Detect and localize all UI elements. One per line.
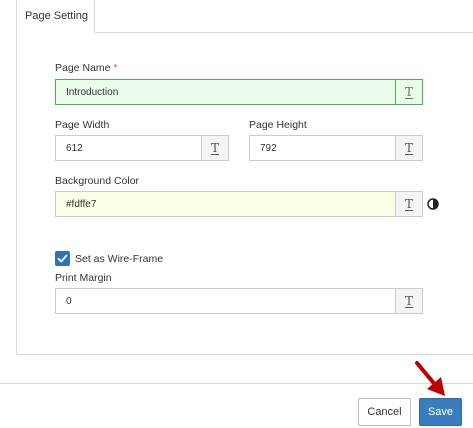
print-margin-value: 0 — [66, 296, 72, 307]
text-format-icon: T — [404, 141, 413, 155]
page-width-field[interactable]: 612 T — [55, 135, 229, 161]
text-format-icon: T — [210, 141, 219, 155]
page-height-label: Page Height — [249, 119, 307, 131]
tab-page-setting[interactable]: Page Setting — [16, 0, 95, 32]
page-height-text-button[interactable]: T — [395, 136, 422, 160]
page-name-value: Introduction — [66, 87, 119, 98]
background-color-text-button[interactable]: T — [395, 192, 422, 216]
cancel-button[interactable]: Cancel — [358, 398, 411, 426]
contrast-icon[interactable] — [427, 198, 439, 210]
print-margin-field[interactable]: 0 T — [55, 288, 423, 314]
tab-label: Page Setting — [25, 10, 88, 22]
required-marker: * — [113, 62, 118, 74]
page-height-field[interactable]: 792 T — [249, 135, 423, 161]
red-arrow-icon — [415, 361, 445, 396]
page-name-label: Page Name * — [55, 62, 117, 74]
print-margin-label: Print Margin — [55, 272, 112, 284]
page-name-field[interactable]: Introduction T — [55, 79, 423, 105]
wireframe-checkbox[interactable] — [55, 251, 70, 266]
text-format-icon: T — [404, 197, 413, 211]
page-name-text-button[interactable]: T — [395, 80, 422, 104]
page-width-label: Page Width — [55, 119, 110, 131]
background-color-value: #fdffe7 — [66, 199, 97, 210]
page-width-text-button[interactable]: T — [201, 136, 228, 160]
page-width-value: 612 — [66, 143, 83, 154]
print-margin-text-button[interactable]: T — [395, 289, 422, 313]
background-color-label: Background Color — [55, 175, 140, 187]
wireframe-label[interactable]: Set as Wire-Frame — [75, 253, 163, 265]
save-button[interactable]: Save — [419, 398, 462, 426]
background-color-field[interactable]: #fdffe7 T — [55, 191, 423, 217]
page-name-label-text: Page Name — [55, 62, 111, 74]
page-height-value: 792 — [260, 143, 277, 154]
text-format-icon: T — [404, 294, 413, 308]
text-format-icon: T — [404, 85, 413, 99]
footer-divider — [0, 383, 473, 384]
checkmark-icon — [57, 254, 68, 263]
